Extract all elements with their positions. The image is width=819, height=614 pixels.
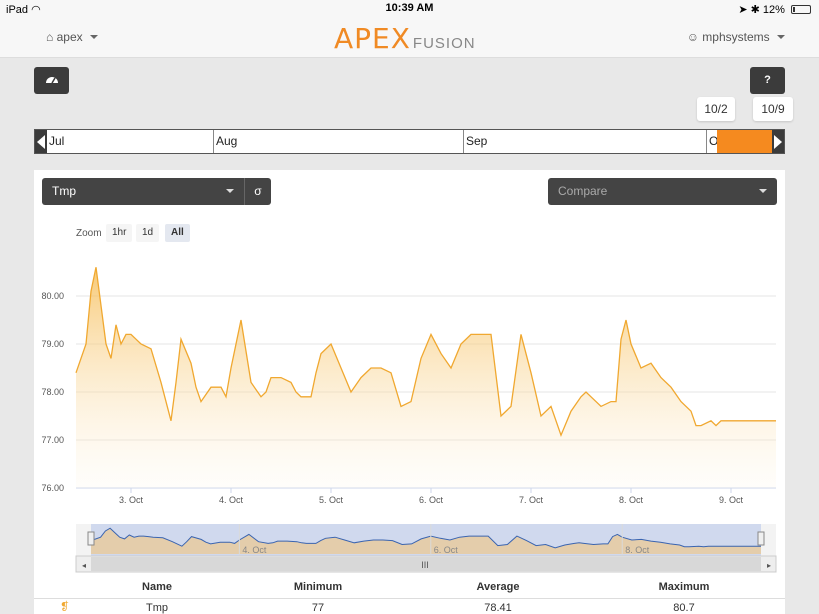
logo-sub: FUSION [412,35,476,52]
timeline-month: Aug [213,130,237,153]
col-max: Maximum [658,581,710,593]
arrow-right-icon [774,135,782,149]
navigator-right-handle[interactable] [757,531,765,546]
col-avg: Average [476,581,520,593]
x-tick-label: 9. Oct [719,495,744,505]
battery-percent: 12% [762,4,785,16]
row-min: 77 [311,602,325,614]
apex-menu-label: apex [56,30,83,44]
timeline-month: Sep [463,130,487,153]
timeline-prev-button[interactable] [35,130,47,153]
row-avg: 78.41 [484,602,512,614]
row-name: Tmp [146,602,168,614]
col-min: Minimum [293,581,343,593]
chevron-down-icon [89,35,98,39]
y-tick-label: 78.00 [41,387,64,397]
graph-panel: Tmp σ Compare Zoom 1hr 1d All 76.00 77.00… [34,170,785,614]
y-tick-label: 76.00 [41,483,64,493]
home-icon: ⌂ [46,30,54,44]
location-arrow-icon: ➤ [738,4,748,16]
scroll-left-icon[interactable]: ◂ [82,561,86,570]
user-name: mphsystems [702,30,770,44]
y-tick-label: 80.00 [41,291,64,301]
x-tick-label: 8. Oct [619,495,644,505]
user-menu[interactable]: ☺ mphsystems [687,30,785,44]
x-tick-label: 3. Oct [119,495,144,505]
stats-table-header: Name Minimum Average Maximum [34,579,785,599]
navigator-tick-label: 4. Oct [242,545,267,555]
battery-icon [791,5,811,14]
apex-fusion-logo[interactable]: APEX FUSION [334,22,476,55]
range-end-label: 10/9 [753,97,793,121]
y-tick-label: 77.00 [41,435,64,445]
top-navbar: ⌂ apex APEX FUSION ☺ mphsystems [0,18,819,58]
series-area [76,267,776,488]
x-tick-label: 4. Oct [219,495,244,505]
bluetooth-icon: ✱ [750,4,760,16]
user-icon: ☺ [686,30,699,44]
x-tick-label: 7. Oct [519,495,544,505]
timeline-range-selector[interactable]: Jul Aug Sep O [34,129,785,154]
logo-main: APEX [334,22,411,55]
x-tick-label: 6. Oct [419,495,444,505]
thermometer-icon: ❡ [60,601,70,613]
apex-menu[interactable]: ⌂ apex [46,30,98,44]
navigator-tick-label: 6. Oct [434,545,459,555]
dashboard-gauge-icon [45,77,58,84]
arrow-left-icon [37,135,45,149]
col-name: Name [142,581,172,593]
status-right: ➤ ✱ 12% [738,3,811,16]
table-row: ❡ Tmp 77 78.41 80.7 [34,600,785,614]
navigator-left-handle[interactable] [87,531,95,546]
status-bar: iPad ◠ 10:39 AM ➤ ✱ 12% [0,0,819,18]
dashboard-button[interactable] [34,67,69,94]
help-button[interactable]: ? [750,67,785,94]
range-start-label: 10/2 [697,97,735,121]
temperature-chart[interactable]: 76.00 77.00 78.00 79.00 80.00 3. Oct 4. Oct 5.… [34,170,785,580]
navigator-tick-label: 8. Oct [625,545,650,555]
row-max: 80.7 [673,602,695,614]
x-tick-label: 5. Oct [319,495,344,505]
status-time: 10:39 AM [385,2,434,14]
scrollbar-grip-icon: III [421,560,429,570]
timeline-month: Jul [49,134,65,148]
timeline-next-button[interactable] [772,130,784,153]
chevron-down-icon [777,35,785,39]
timeline-selection-handle[interactable] [717,130,773,153]
y-tick-label: 79.00 [41,339,64,349]
scroll-right-icon[interactable]: ▸ [767,561,771,570]
